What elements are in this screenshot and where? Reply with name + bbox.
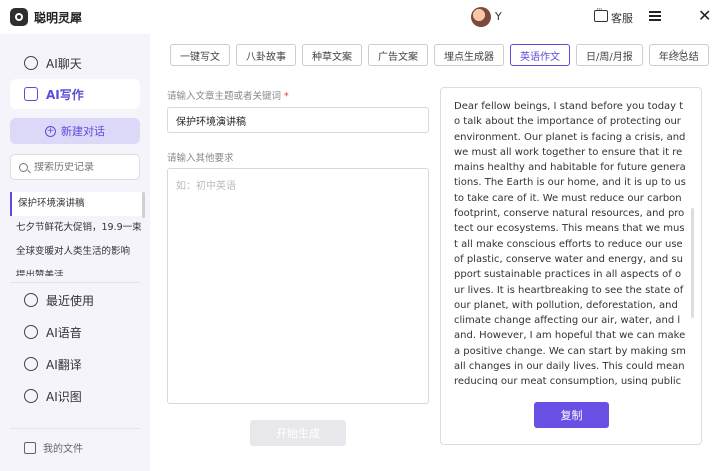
tab-tracking-generator[interactable]: 埋点生成器 <box>434 44 504 66</box>
topic-input[interactable]: 保护环境演讲稿 <box>167 107 429 133</box>
sidebar: AI聊天 AI写作 + 新建对话 保护环境演讲稿 七夕节鲜花大促销，19.9一束… <box>0 34 150 471</box>
app-logo-icon <box>10 8 28 26</box>
copy-button[interactable]: 复制 <box>534 402 609 428</box>
title-bar: 聪明灵犀 Y 客服 ✕ <box>0 0 720 34</box>
topic-label-text: 请输入文章主题或者关键词 <box>167 91 282 102</box>
sidebar-item-label: AI语音 <box>46 325 82 340</box>
sidebar-item-ai-translate[interactable]: AI翻译 <box>10 349 140 379</box>
history-list: 保护环境演讲稿 七夕节鲜花大促销，19.9一束 全球变暖对人类生活的影响 提出赞… <box>10 192 145 276</box>
extra-requirements-textarea[interactable]: 如：初中英语 <box>167 168 429 404</box>
topic-label: 请输入文章主题或者关键词 * <box>167 88 289 102</box>
sidebar-item-ai-chat[interactable]: AI聊天 <box>10 48 140 78</box>
user-name[interactable]: Y <box>495 10 502 23</box>
translate-icon <box>24 357 38 371</box>
plus-circle-icon: + <box>45 125 56 137</box>
sidebar-item-label: AI识图 <box>46 389 82 404</box>
microphone-icon <box>24 325 38 339</box>
sidebar-item-ai-writing[interactable]: AI写作 <box>10 79 140 109</box>
divider <box>10 282 140 283</box>
customer-service-icon[interactable] <box>594 5 608 22</box>
tab-recommendation-copy[interactable]: 种草文案 <box>302 44 362 66</box>
sidebar-item-ai-voice[interactable]: AI语音 <box>10 317 140 347</box>
new-chat-button[interactable]: + 新建对话 <box>10 118 140 144</box>
user-avatar[interactable] <box>471 7 491 27</box>
history-item[interactable]: 提出赞美活.... <box>10 264 145 276</box>
main-panel: 一键写文 八卦故事 种草文案 广告文案 埋点生成器 英语作文 日/周/月报 年终… <box>150 34 720 471</box>
my-files-link[interactable]: 我的文件 <box>24 440 83 455</box>
clock-icon <box>24 293 38 307</box>
sidebar-item-recent[interactable]: 最近使用 <box>10 285 140 315</box>
tab-ad-copy[interactable]: 广告文案 <box>368 44 428 66</box>
tab-english-essay[interactable]: 英语作文 <box>510 44 570 66</box>
history-search-box[interactable] <box>10 154 140 180</box>
generated-essay-text: Dear fellow beings, I stand before you t… <box>454 101 686 385</box>
menu-icon[interactable] <box>649 11 661 21</box>
writing-type-tabs: 一键写文 八卦故事 种草文案 广告文案 埋点生成器 英语作文 日/周/月报 年终… <box>170 44 709 66</box>
chat-bubble-icon <box>24 56 38 70</box>
sidebar-item-label: AI翻译 <box>46 357 82 372</box>
history-item[interactable]: 全球变暖对人类生活的影响 <box>10 240 145 264</box>
output-scrollbar[interactable] <box>691 208 694 318</box>
required-mark: * <box>284 91 289 102</box>
tab-gossip-story[interactable]: 八卦故事 <box>236 44 296 66</box>
image-recognition-icon <box>24 389 38 403</box>
my-files-label: 我的文件 <box>43 444 83 455</box>
generate-button[interactable]: 开始生成 <box>250 420 346 446</box>
search-icon <box>19 162 28 172</box>
history-item[interactable]: 七夕节鲜花大促销，19.9一束 <box>10 216 145 240</box>
app-name: 聪明灵犀 <box>34 11 83 25</box>
history-scrollbar[interactable] <box>142 192 145 218</box>
divider <box>10 428 140 429</box>
history-search-input[interactable] <box>34 161 134 173</box>
pen-icon <box>24 87 38 101</box>
sidebar-item-label: AI写作 <box>46 87 84 102</box>
new-chat-label: 新建对话 <box>61 125 105 138</box>
sidebar-item-ai-image-recognition[interactable]: AI识图 <box>10 381 140 411</box>
extra-requirements-label: 请输入其他要求 <box>167 153 234 164</box>
sidebar-item-label: AI聊天 <box>46 56 82 71</box>
tab-one-click-writing[interactable]: 一键写文 <box>170 44 230 66</box>
history-item[interactable]: 保护环境演讲稿 <box>10 192 145 216</box>
tab-reports[interactable]: 日/周/月报 <box>576 44 643 66</box>
output-panel: Dear fellow beings, I stand before you t… <box>440 87 702 445</box>
file-icon <box>24 441 36 454</box>
close-icon[interactable]: ✕ <box>698 8 711 24</box>
customer-service-label[interactable]: 客服 <box>611 10 633 26</box>
sidebar-item-label: 最近使用 <box>46 293 95 308</box>
